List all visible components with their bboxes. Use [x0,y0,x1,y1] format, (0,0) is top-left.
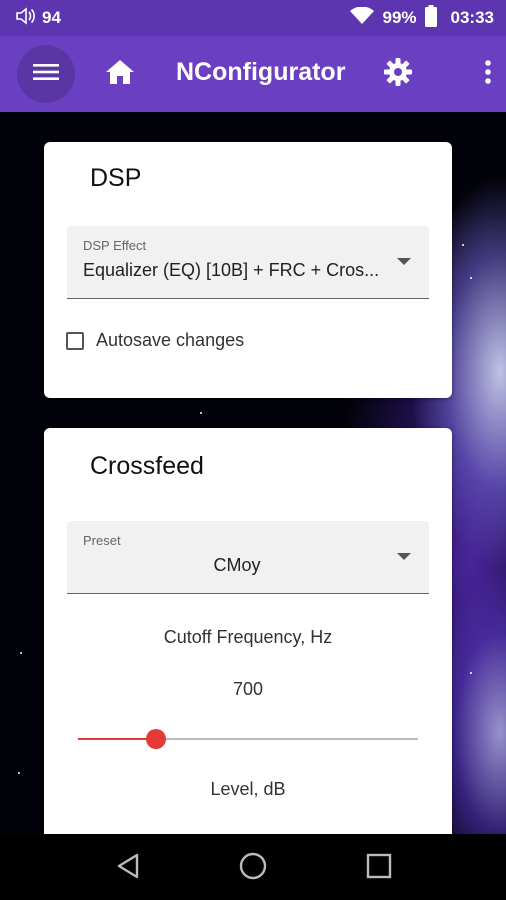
volume-icon [14,6,36,31]
dsp-effect-value: Equalizer (EQ) [10B] + FRC + Cros... [83,260,380,280]
dsp-card-title: DSP [90,164,142,192]
preset-label: Preset [83,533,121,548]
cutoff-slider-fill [78,738,157,740]
clock: 03:33 [450,8,494,27]
cutoff-frequency-value: 700 [232,679,264,699]
navigation-bar [0,834,506,900]
star [470,277,472,279]
status-left: 94 [14,0,61,36]
crossfeed-card: Crossfeed Preset CMoy Cutoff Frequency, … [44,428,452,858]
settings-button[interactable] [378,54,418,94]
preset-select[interactable]: Preset CMoy [67,521,429,594]
cutoff-frequency-label: Cutoff Frequency, Hz [163,627,333,647]
home-circle-icon [238,851,268,886]
wifi-icon [350,6,375,30]
autosave-checkbox[interactable] [66,331,84,350]
menu-icon [32,62,60,87]
home-icon [105,58,135,91]
dsp-card: DSP DSP Effect Equalizer (EQ) [10B] + FR… [44,142,452,398]
recents-icon [366,853,392,884]
volume-level: 94 [42,8,61,27]
star [470,672,472,674]
app-title: NConfigurator [176,58,346,86]
dsp-effect-label: DSP Effect [83,238,147,253]
menu-button[interactable] [17,45,75,103]
autosave-label: Autosave changes [96,330,245,350]
home-button[interactable] [100,54,140,94]
battery-icon [424,4,437,32]
dsp-effect-select[interactable]: DSP Effect Equalizer (EQ) [10B] + FRC + … [67,226,429,299]
cutoff-slider-thumb[interactable] [146,729,167,749]
back-button[interactable] [108,848,148,888]
battery-percent: 99% [382,8,417,27]
app-bar: NConfigurator [0,36,506,112]
home-nav-button[interactable] [233,848,273,888]
gear-icon [383,57,413,92]
dropdown-arrow-icon [397,553,411,560]
star [20,652,22,654]
status-bar: 94 99% 03:33 [0,0,506,36]
star [18,772,20,774]
back-icon [115,852,141,885]
overflow-menu-button[interactable] [470,54,506,94]
preset-value: CMoy [213,555,261,575]
recents-button[interactable] [359,848,399,888]
star [200,412,202,414]
status-right: 99% 03:33 [350,0,494,36]
level-label: Level, dB [210,779,286,799]
star [462,244,464,246]
crossfeed-card-title: Crossfeed [90,452,204,480]
dropdown-arrow-icon [397,258,411,265]
more-vert-icon [484,59,492,90]
autosave-row[interactable]: Autosave changes [66,330,244,351]
